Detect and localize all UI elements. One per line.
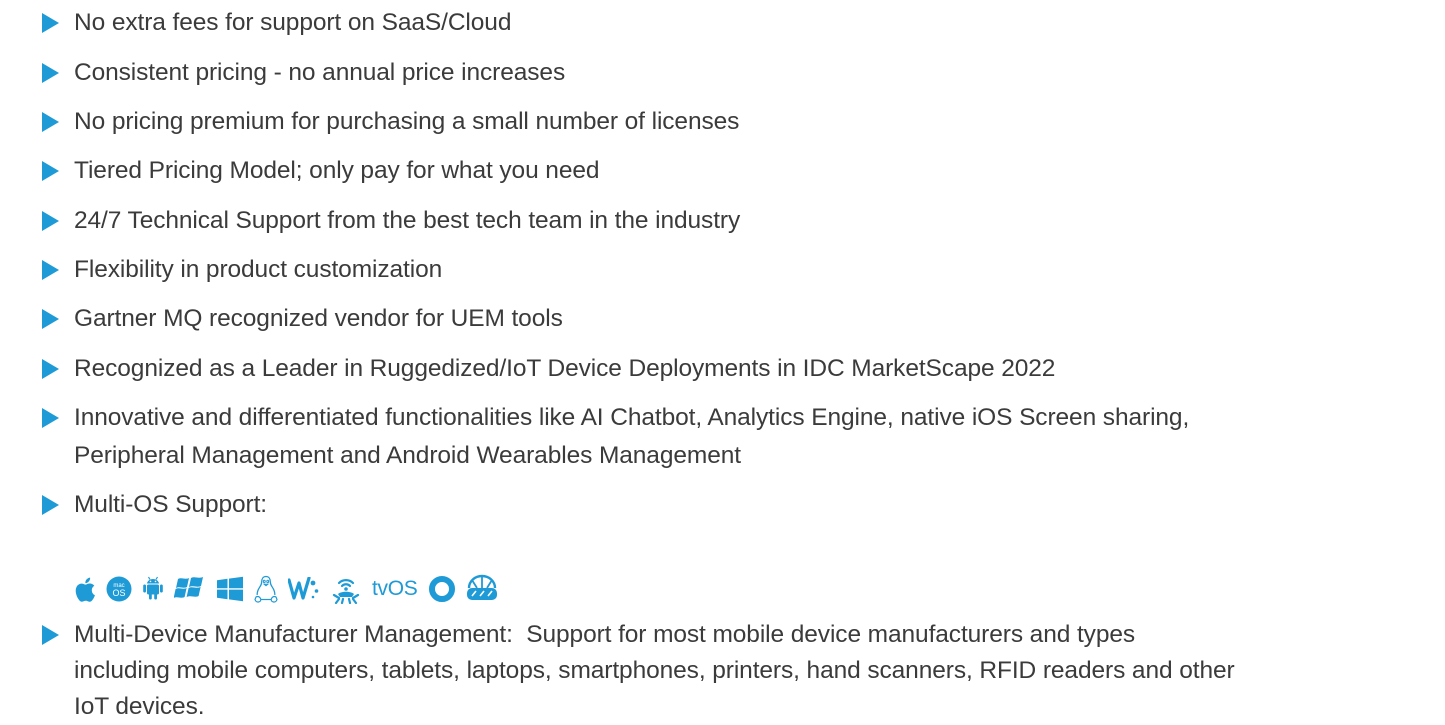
linux-icon	[254, 572, 278, 606]
macos-os-text: OS	[112, 588, 125, 598]
tvos-icon: tvOS	[372, 577, 418, 600]
list-item-text: Gartner MQ recognized vendor for UEM too…	[74, 305, 563, 332]
list-item-text: Tiered Pricing Model; only pay for what …	[74, 157, 600, 184]
play-arrow-icon	[42, 112, 59, 132]
list-item-text: Multi-OS Support:	[74, 491, 268, 518]
play-arrow-icon	[42, 309, 59, 329]
list-item-text: including mobile computers, tablets, lap…	[74, 657, 1235, 684]
iot-icon	[330, 572, 362, 606]
list-item-text: No extra fees for support on SaaS/Cloud	[74, 9, 512, 36]
apple-icon	[74, 572, 96, 606]
os-support-icons: mac OS tvOS	[74, 569, 509, 609]
list-item-text: 24/7 Technical Support from the best tec…	[74, 207, 741, 234]
wearos-icon	[288, 572, 320, 606]
play-arrow-icon	[42, 211, 59, 231]
play-arrow-icon	[42, 359, 59, 379]
list-item-text: Flexibility in product customization	[74, 256, 443, 283]
play-arrow-icon	[42, 63, 59, 83]
chromeos-icon	[429, 572, 456, 606]
play-arrow-icon	[42, 161, 59, 181]
windows-legacy-icon	[174, 572, 206, 606]
list-item-text: Multi-Device Manufacturer Management: Su…	[74, 621, 1136, 648]
play-arrow-icon	[42, 495, 59, 515]
list-item-text: Innovative and differentiated functional…	[74, 404, 1190, 431]
list-item-text: No pricing premium for purchasing a smal…	[74, 108, 740, 135]
visionos-icon	[465, 572, 499, 606]
list-item-text: Consistent pricing - no annual price inc…	[74, 59, 566, 86]
list-item-text: IoT devices.	[74, 693, 205, 720]
play-arrow-icon	[42, 408, 59, 428]
macos-icon: mac OS	[106, 572, 132, 606]
windows-icon	[216, 572, 244, 606]
play-arrow-icon	[42, 13, 59, 33]
list-item-text: Peripheral Management and Android Wearab…	[74, 442, 741, 469]
play-arrow-icon	[42, 260, 59, 280]
android-icon	[142, 572, 164, 606]
play-arrow-icon	[42, 625, 59, 645]
list-item-text: Recognized as a Leader in Ruggedized/IoT…	[74, 355, 1056, 382]
